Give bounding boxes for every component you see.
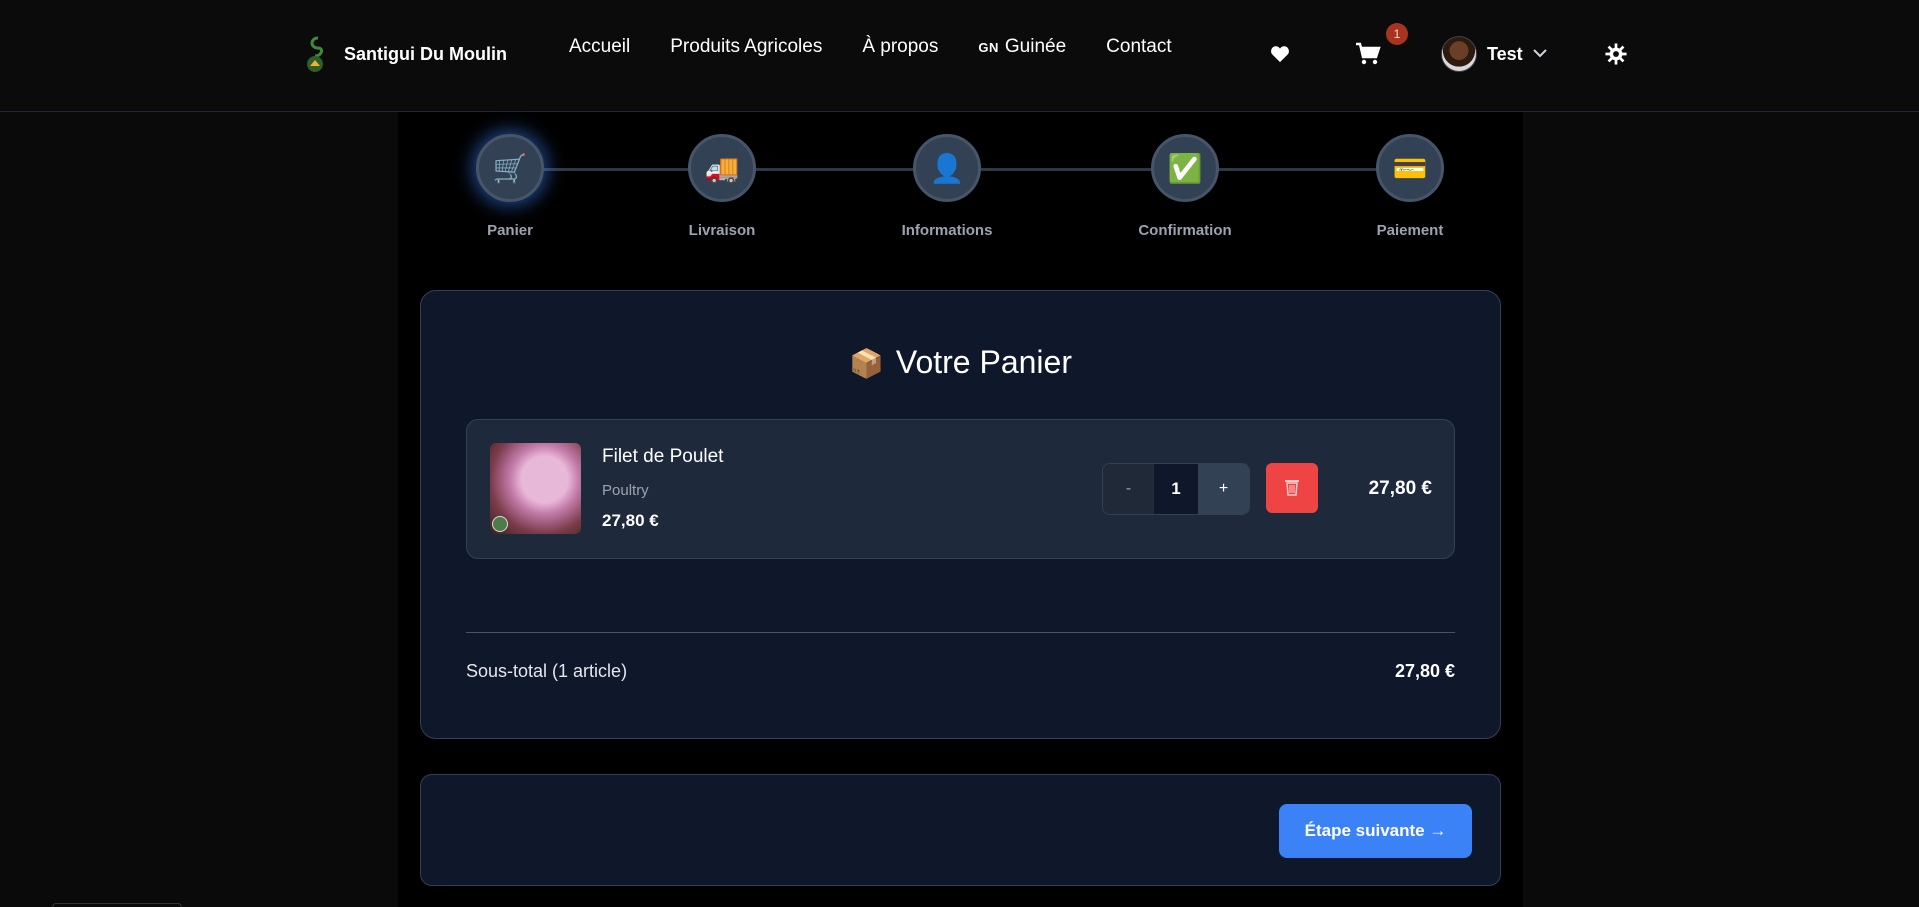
product-name[interactable]: Filet de Poulet [602, 446, 723, 468]
main-nav: Accueil Produits Agricoles À propos GN Gu… [569, 36, 1172, 58]
credit-card-icon: 💳 [1376, 134, 1444, 202]
trash-icon [1284, 478, 1300, 499]
nav-contact[interactable]: Contact [1106, 36, 1171, 58]
cart-card: 📦 Votre Panier Filet de Poulet Poultry 27… [420, 290, 1501, 739]
cart-title-text: Votre Panier [895, 344, 1072, 380]
user-name: Test [1487, 43, 1523, 64]
step-label: Paiement [1376, 222, 1444, 239]
logo-icon [300, 34, 330, 74]
cart-item: Filet de Poulet Poultry 27,80 € - + 27,8… [466, 419, 1455, 559]
heart-icon[interactable] [1268, 42, 1292, 66]
step-informations[interactable]: 👤 Informations [877, 134, 1017, 239]
step-confirmation[interactable]: ✅ Confirmation [1115, 134, 1255, 239]
truck-icon: 🚚 [688, 134, 756, 202]
nav-guinee-label: Guinée [1004, 36, 1067, 57]
increase-quantity-button[interactable]: + [1198, 464, 1249, 514]
package-icon: 📦 [849, 348, 884, 379]
subtotal-value: 27,80 € [1394, 661, 1455, 681]
nav-guinee[interactable]: GN Guinée [978, 36, 1066, 58]
nav-a-propos[interactable]: À propos [862, 36, 938, 58]
quantity-stepper: - + [1102, 463, 1250, 515]
nav-accueil[interactable]: Accueil [569, 36, 630, 58]
quantity-input[interactable] [1154, 464, 1198, 514]
step-label: Panier [487, 222, 533, 239]
step-livraison[interactable]: 🚚 Livraison [652, 134, 792, 239]
guinea-flag-icon: GN [978, 40, 999, 55]
next-step-button[interactable]: Étape suivante → [1279, 804, 1472, 858]
user-menu[interactable]: Test [1441, 36, 1547, 72]
product-badge-icon [492, 516, 508, 532]
checkout-main: 🛒 Panier 🚚 Livraison 👤 Informations ✅ Co… [398, 112, 1523, 907]
bottom-left-tab[interactable] [52, 903, 182, 907]
divider [466, 632, 1455, 633]
step-panier[interactable]: 🛒 Panier [440, 134, 580, 239]
brand[interactable]: Santigui Du Moulin [300, 34, 507, 74]
item-line-total: 27,80 € [1368, 478, 1432, 499]
step-label: Confirmation [1138, 222, 1232, 239]
chevron-down-icon [1532, 45, 1547, 63]
decrease-quantity-button[interactable]: - [1103, 464, 1154, 514]
product-image[interactable] [490, 443, 581, 534]
product-unit-price: 27,80 € [602, 511, 659, 530]
product-category: Poultry [602, 482, 649, 499]
avatar [1441, 36, 1477, 72]
cart-title: 📦 Votre Panier [421, 344, 1500, 381]
nav-produits-agricoles[interactable]: Produits Agricoles [670, 36, 822, 58]
remove-item-button[interactable] [1266, 463, 1318, 513]
user-icon: 👤 [913, 134, 981, 202]
check-icon: ✅ [1151, 134, 1219, 202]
step-label: Informations [901, 222, 993, 239]
brand-name: Santigui Du Moulin [344, 43, 507, 64]
subtotal-label: Sous-total (1 article) [466, 661, 628, 681]
gear-icon[interactable] [1604, 42, 1628, 66]
cart-icon: 🛒 [476, 134, 544, 202]
actions-card: Étape suivante → [420, 774, 1501, 886]
step-paiement[interactable]: 💳 Paiement [1340, 134, 1480, 239]
cart-count-badge: 1 [1386, 23, 1408, 45]
top-header: Santigui Du Moulin Accueil Produits Agri… [0, 0, 1919, 112]
cart-icon[interactable] [1354, 42, 1382, 66]
step-label: Livraison [688, 222, 756, 239]
